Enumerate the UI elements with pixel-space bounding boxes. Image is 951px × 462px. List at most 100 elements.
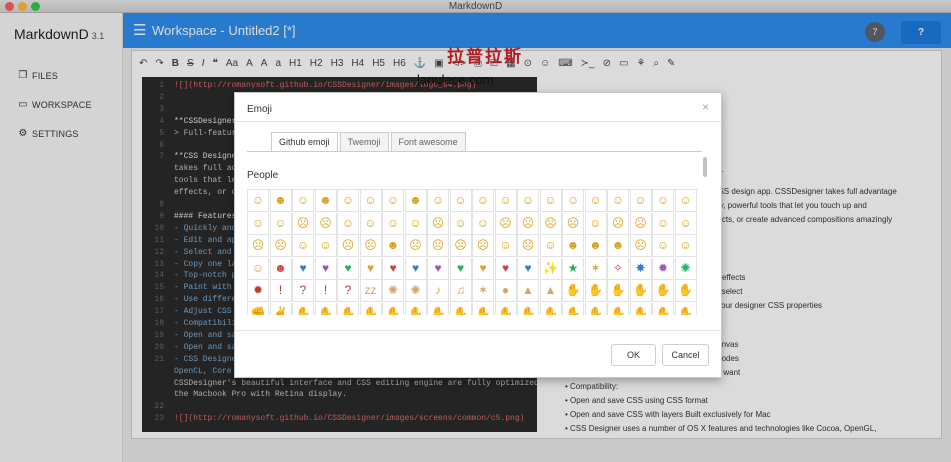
emoji-cell[interactable]: ☺ <box>652 212 674 235</box>
emoji-cell[interactable]: ✋ <box>652 302 674 315</box>
close-icon[interactable]: × <box>702 100 709 114</box>
emoji-cell[interactable]: ● <box>494 280 517 302</box>
emoji-cell[interactable]: ✋ <box>472 302 494 315</box>
emoji-cell[interactable]: ✋ <box>427 302 449 315</box>
emoji-cell[interactable]: ♥ <box>517 257 539 280</box>
emoji-cell[interactable]: ✶ <box>472 280 494 302</box>
emoji-cell[interactable]: ? <box>292 280 314 302</box>
emoji-cell[interactable]: ✋ <box>652 280 674 302</box>
emoji-cell[interactable]: ☻ <box>382 235 404 257</box>
emoji-cell[interactable]: ☺ <box>359 212 382 235</box>
emoji-cell[interactable]: ☹ <box>337 235 359 257</box>
emoji-cell[interactable]: ✋ <box>584 280 607 302</box>
emoji-cell[interactable]: ✋ <box>382 302 404 315</box>
emoji-cell[interactable]: ☺ <box>539 235 562 257</box>
emoji-cell[interactable]: ! <box>314 280 337 302</box>
emoji-cell[interactable]: ✶ <box>584 257 607 280</box>
emoji-cell[interactable]: ☻ <box>404 190 427 212</box>
emoji-cell[interactable]: ☺ <box>247 257 269 280</box>
emoji-cell[interactable]: ♥ <box>494 257 517 280</box>
emoji-cell[interactable]: ☺ <box>539 190 562 212</box>
emoji-cell[interactable]: ☻ <box>562 235 584 257</box>
emoji-cell[interactable]: ✋ <box>629 302 652 315</box>
emoji-cell[interactable]: ☹ <box>629 235 652 257</box>
emoji-cell[interactable]: ☺ <box>607 190 629 212</box>
emoji-cell[interactable]: ☹ <box>494 212 517 235</box>
emoji-cell[interactable]: ✋ <box>674 302 697 315</box>
emoji-cell[interactable]: ☺ <box>427 190 449 212</box>
emoji-cell[interactable]: ☺ <box>674 190 697 212</box>
emoji-cell[interactable]: ☺ <box>674 212 697 235</box>
emoji-cell[interactable]: ☻ <box>269 257 292 280</box>
emoji-cell[interactable]: ☺ <box>269 212 292 235</box>
emoji-cell[interactable]: ☺ <box>472 190 494 212</box>
emoji-cell[interactable]: ☺ <box>337 190 359 212</box>
emoji-cell[interactable]: ♥ <box>382 257 404 280</box>
emoji-cell[interactable]: ☺ <box>562 190 584 212</box>
emoji-cell[interactable]: ✋ <box>629 280 652 302</box>
emoji-cell[interactable]: ♥ <box>359 257 382 280</box>
emoji-cell[interactable]: ☻ <box>314 190 337 212</box>
emoji-cell[interactable]: ✋ <box>517 302 539 315</box>
emoji-cell[interactable]: ✺ <box>404 280 427 302</box>
emoji-cell[interactable]: ☺ <box>584 212 607 235</box>
emoji-cell[interactable]: ✋ <box>337 302 359 315</box>
emoji-cell[interactable]: ♥ <box>427 257 449 280</box>
emoji-cell[interactable]: ✹ <box>652 257 674 280</box>
emoji-cell[interactable]: ☺ <box>247 212 269 235</box>
emoji-cell[interactable]: ✺ <box>674 257 697 280</box>
emoji-cell[interactable]: ☺ <box>314 235 337 257</box>
emoji-cell[interactable]: ☺ <box>292 235 314 257</box>
emoji-cell[interactable]: ✧ <box>607 257 629 280</box>
emoji-cell[interactable]: ✋ <box>314 302 337 315</box>
emoji-cell[interactable]: ☺ <box>359 190 382 212</box>
emoji-cell[interactable]: ♥ <box>292 257 314 280</box>
emoji-cell[interactable]: ✌ <box>269 302 292 315</box>
emoji-cell[interactable]: ✋ <box>562 280 584 302</box>
emoji-cell[interactable]: ▲ <box>517 280 539 302</box>
emoji-cell[interactable]: ☻ <box>607 235 629 257</box>
cancel-button[interactable]: Cancel <box>662 344 709 366</box>
emoji-cell[interactable]: ☺ <box>494 235 517 257</box>
emoji-cell[interactable]: ☺ <box>652 190 674 212</box>
emoji-cell[interactable]: ✋ <box>584 302 607 315</box>
emoji-cell[interactable]: ☹ <box>562 212 584 235</box>
emoji-cell[interactable]: ♥ <box>472 257 494 280</box>
emoji-cell[interactable]: ♫ <box>449 280 472 302</box>
emoji-cell[interactable]: ☹ <box>517 212 539 235</box>
emoji-cell[interactable]: ☺ <box>494 190 517 212</box>
ok-button[interactable]: OK <box>611 344 656 366</box>
emoji-cell[interactable]: ✋ <box>562 302 584 315</box>
emoji-cell[interactable]: ★ <box>562 257 584 280</box>
emoji-cell[interactable]: ▲ <box>539 280 562 302</box>
emoji-cell[interactable]: ☺ <box>472 212 494 235</box>
emoji-cell[interactable]: ☺ <box>382 190 404 212</box>
emoji-cell[interactable]: ? <box>337 280 359 302</box>
emoji-cell[interactable]: ☺ <box>517 190 539 212</box>
emoji-cell[interactable]: ☹ <box>427 212 449 235</box>
emoji-cell[interactable]: ☺ <box>584 190 607 212</box>
emoji-cell[interactable]: ☹ <box>539 212 562 235</box>
emoji-cell[interactable]: ☺ <box>404 212 427 235</box>
emoji-cell[interactable]: ♥ <box>404 257 427 280</box>
emoji-cell[interactable]: ✸ <box>629 257 652 280</box>
emoji-cell[interactable]: ☻ <box>584 235 607 257</box>
emoji-cell[interactable]: ✺ <box>382 280 404 302</box>
emoji-cell[interactable]: ☹ <box>449 235 472 257</box>
emoji-cell[interactable]: ✊ <box>247 302 269 315</box>
tab-twemoji[interactable]: Twemoji <box>339 132 389 151</box>
emoji-cell[interactable]: ✋ <box>404 302 427 315</box>
emoji-cell[interactable]: ☹ <box>247 235 269 257</box>
emoji-cell[interactable]: ☹ <box>607 212 629 235</box>
emoji-cell[interactable]: ☺ <box>337 212 359 235</box>
emoji-cell[interactable]: ☹ <box>472 235 494 257</box>
emoji-cell[interactable]: ✹ <box>247 280 269 302</box>
emoji-cell[interactable]: ✨ <box>539 257 562 280</box>
emoji-cell[interactable]: ☹ <box>629 212 652 235</box>
emoji-cell[interactable]: ☹ <box>292 212 314 235</box>
emoji-cell[interactable]: ✋ <box>674 280 697 302</box>
emoji-cell[interactable]: ✋ <box>494 302 517 315</box>
emoji-cell[interactable]: ☹ <box>404 235 427 257</box>
emoji-cell[interactable]: zz <box>359 280 382 302</box>
emoji-cell[interactable]: ☺ <box>449 190 472 212</box>
